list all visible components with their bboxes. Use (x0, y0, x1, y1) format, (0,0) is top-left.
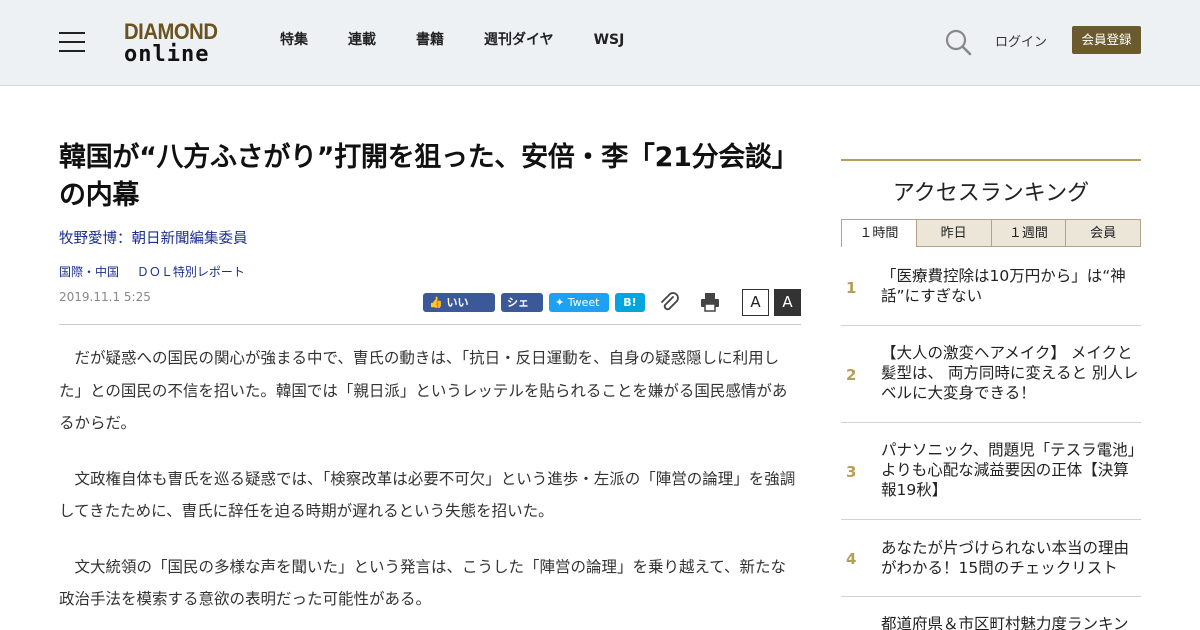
tab-1week[interactable]: １週間 (991, 219, 1067, 247)
ranking-tabs: １時間 昨日 １週間 会員 (841, 219, 1141, 247)
font-size-large-button[interactable]: A (774, 289, 801, 316)
print-icon[interactable] (699, 291, 721, 313)
register-button[interactable]: 会員登録 (1072, 26, 1141, 54)
tab-members[interactable]: 会員 (1066, 219, 1141, 247)
tweet-button[interactable]: ✦ Tweet (549, 293, 609, 312)
tab-yesterday[interactable]: 昨日 (916, 219, 992, 247)
rank-number: 1 (846, 279, 857, 297)
ranking-item[interactable]: 3 パナソニック、問題児「テスラ電池」よりも心配な減益要因の正体【決算報19秋】 (841, 423, 1141, 520)
article-body: だが疑惑への国民の関心が強まる中で、曺氏の動きは、「抗日・反日運動を、自身の疑惑… (59, 342, 801, 630)
nav-item-weekly-diamond[interactable]: 週刊ダイヤ (484, 30, 554, 50)
article-paragraph: だが疑惑への国民の関心が強まる中で、曺氏の動きは、「抗日・反日運動を、自身の疑惑… (59, 349, 788, 432)
ranking-item[interactable]: 都道府県＆市区町村魅力度ランキン (841, 597, 1141, 630)
facebook-like-button[interactable]: 👍 いいね！ (423, 293, 495, 328)
font-size-small-button[interactable]: A (742, 289, 769, 316)
menu-icon[interactable] (59, 32, 85, 52)
ranking-item[interactable]: 1 「医療費控除は10万円から」は“神話”にすぎない (841, 247, 1141, 326)
article-categories: 国際・中国 ＤＯＬ特別レポート (59, 263, 259, 280)
main-nav: 特集 連載 書籍 週刊ダイヤ WSJ (280, 30, 664, 50)
site-header: DIAMOND online 特集 連載 書籍 週刊ダイヤ WSJ ログイン 会… (0, 0, 1200, 86)
site-logo[interactable]: DIAMOND online (124, 20, 228, 68)
nav-item-wsj[interactable]: WSJ (594, 30, 625, 50)
nav-item-books[interactable]: 書籍 (416, 30, 444, 50)
tweet-label: Tweet (567, 296, 600, 309)
article-paragraph: 文大統領の「国民の多様な声を聞いた」という発言は、こうした「陣営の論理」を乗り越… (59, 557, 786, 609)
twitter-bird-icon: ✦ (555, 296, 565, 309)
rank-text: あなたが片づけられない本当の理由がわかる！15問のチェックリスト (881, 539, 1130, 577)
rank-text: 都道府県＆市区町村魅力度ランキン (881, 615, 1129, 630)
rank-text: パナソニック、問題児「テスラ電池」よりも心配な減益要因の正体【決算報19秋】 (881, 441, 1136, 499)
share-buttons: 👍 いいね！ シェア ✦ Tweet B! (423, 293, 651, 328)
category-link[interactable]: 国際・中国 (59, 265, 119, 279)
ranking-title: アクセスランキング (892, 181, 1090, 206)
rank-number: 2 (846, 366, 857, 384)
logo-line1: DIAMOND (124, 19, 218, 44)
thumbs-up-icon: 👍 (429, 296, 443, 309)
sidebar-divider (841, 159, 1141, 161)
rank-number: 4 (846, 550, 857, 568)
nav-item-series[interactable]: 連載 (348, 30, 376, 50)
article-date: 2019.11.1 5:25 (59, 290, 151, 304)
clip-icon[interactable] (658, 291, 680, 313)
article-title: 韓国が“八方ふさがり”打開を狙った、安倍・李「21分会談」の内幕 (59, 142, 799, 211)
tab-1hour[interactable]: １時間 (841, 219, 917, 247)
ranking-item[interactable]: 4 あなたが片づけられない本当の理由がわかる！15問のチェックリスト (841, 520, 1141, 597)
nav-item-feature[interactable]: 特集 (280, 30, 308, 50)
divider (59, 324, 801, 325)
login-link[interactable]: ログイン (995, 31, 1047, 50)
article-paragraph: 文政権自体も曺氏を巡る疑惑では、「検察改革は必要不可欠」という進歩・左派の「陣営… (59, 469, 796, 521)
logo-line2: online (124, 42, 210, 67)
facebook-share-button[interactable]: シェア (501, 293, 543, 328)
rank-number: 3 (846, 463, 857, 481)
category-link[interactable]: ＤＯＬ特別レポート (137, 265, 245, 279)
rank-text: 【大人の激変ヘアメイク】 メイクと髪型は、 両方同時に変えると 別人レベルに大変… (881, 344, 1139, 402)
search-icon[interactable] (944, 28, 972, 56)
rank-text: 「医療費控除は10万円から」は“神話”にすぎない (881, 267, 1126, 305)
ranking-item[interactable]: 2 【大人の激変ヘアメイク】 メイクと髪型は、 両方同時に変えると 別人レベルに… (841, 326, 1141, 423)
article-author[interactable]: 牧野愛博：朝日新聞編集委員 (59, 227, 248, 248)
hatena-bookmark-button[interactable]: B! (615, 293, 645, 312)
